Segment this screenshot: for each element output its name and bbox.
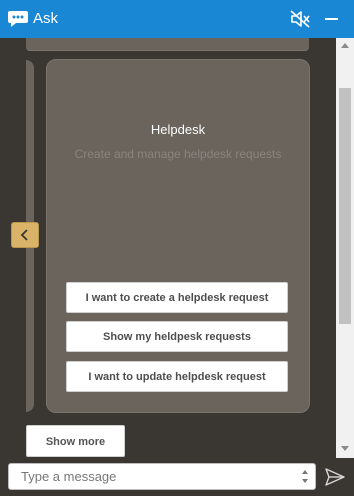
minimize-icon[interactable] — [325, 18, 338, 20]
create-request-button[interactable]: I want to create a helpdesk request — [66, 282, 288, 313]
update-request-button[interactable]: I want to update helpdesk request — [66, 361, 288, 392]
message-input[interactable] — [8, 463, 316, 490]
scroll-down-icon[interactable] — [341, 446, 349, 451]
title-bar: Ask — [0, 0, 354, 38]
chat-transcript: Helpdesk Create and manage helpdesk requ… — [0, 38, 336, 458]
scroll-up-icon[interactable] — [341, 43, 349, 48]
show-more-button[interactable]: Show more — [26, 425, 125, 457]
card-title: Helpdesk — [150, 122, 206, 137]
chat-bubble-icon — [8, 11, 28, 27]
previous-card-edge — [26, 38, 309, 51]
helpdesk-card: Helpdesk Create and manage helpdesk requ… — [46, 59, 310, 413]
show-requests-button[interactable]: Show my heldpesk requests — [66, 321, 288, 352]
send-icon[interactable] — [324, 467, 346, 487]
card-subtitle: Create and manage helpdesk requests — [74, 147, 282, 161]
carousel-prev-button[interactable] — [11, 222, 39, 248]
speaker-muted-icon[interactable] — [289, 9, 311, 29]
composer — [0, 458, 354, 496]
scroll-thumb[interactable] — [339, 88, 351, 324]
chat-scrollbar[interactable] — [336, 38, 354, 458]
input-spinner-icon — [302, 470, 308, 483]
window-title: Ask — [33, 10, 59, 27]
chevron-left-icon — [20, 229, 28, 241]
